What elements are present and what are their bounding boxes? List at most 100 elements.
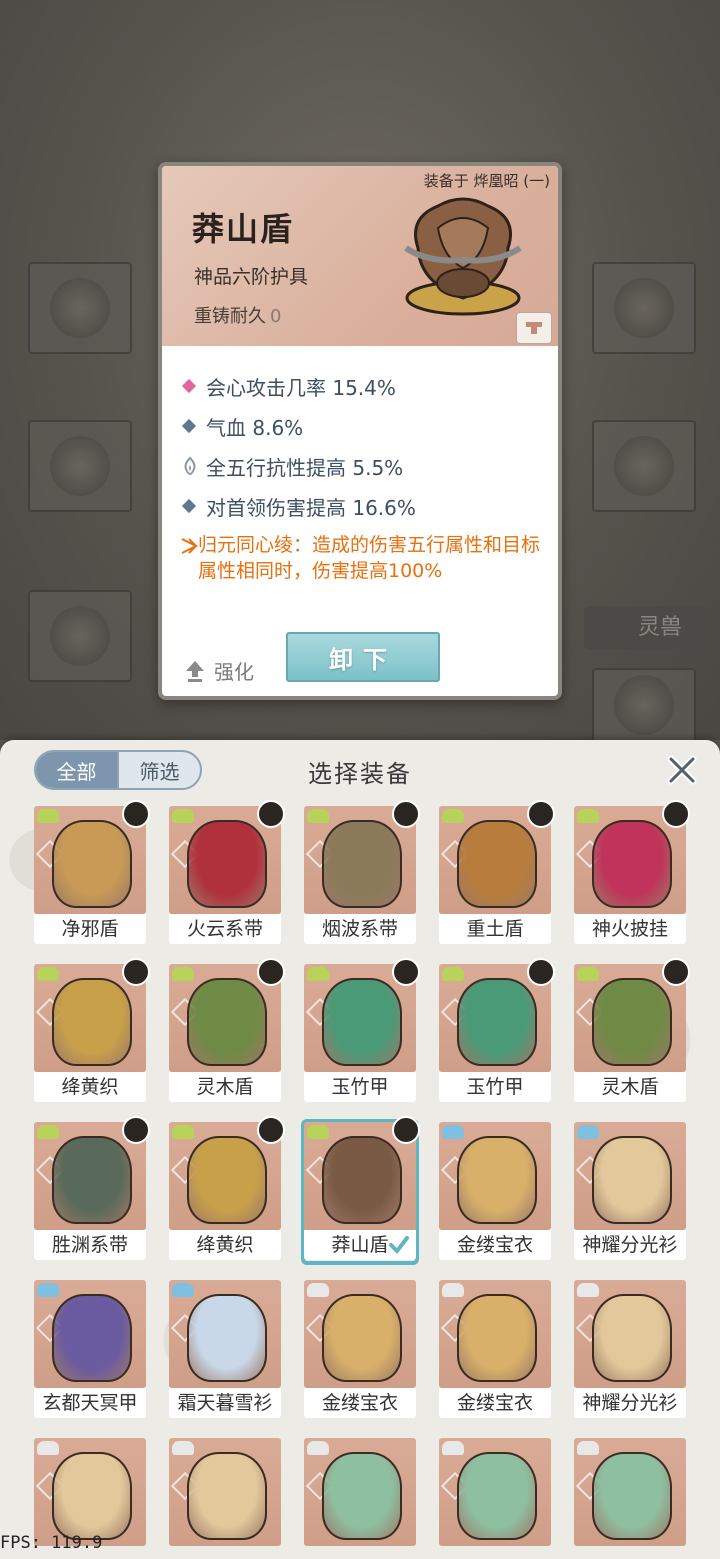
- character-avatar: [392, 1116, 420, 1144]
- equipment-image: [169, 1280, 281, 1388]
- slot-type-icon: [37, 809, 59, 823]
- equipment-tile[interactable]: 金缕宝衣: [439, 1280, 551, 1420]
- hp-stat-icon: [180, 418, 206, 434]
- equipment-tile[interactable]: 绛黄织: [169, 1116, 285, 1262]
- element-resist-icon: [180, 456, 206, 476]
- equipment-tile[interactable]: [439, 1438, 551, 1559]
- character-avatar: [122, 958, 150, 986]
- equipment-art: [187, 1294, 267, 1382]
- bg-equip-slot-weapon: [28, 262, 132, 354]
- enhance-label: 强化: [214, 660, 254, 684]
- bg-equip-slot-armor: [28, 590, 132, 682]
- character-avatar: [527, 958, 555, 986]
- equipment-tile[interactable]: 灵木盾: [574, 958, 690, 1104]
- equipment-tile[interactable]: 玉竹甲: [304, 958, 420, 1104]
- slot-type-icon: [307, 1441, 329, 1455]
- stat-row: 气血 8.6%: [180, 406, 550, 446]
- equipment-art: [52, 1136, 132, 1224]
- equipment-image: [574, 1280, 686, 1388]
- bg-equip-slot-orb: [592, 420, 696, 512]
- unequip-button[interactable]: 卸下: [286, 632, 440, 682]
- equipment-tile[interactable]: 莽山盾: [301, 1116, 420, 1265]
- equipment-name: 玉竹甲: [439, 1072, 551, 1102]
- equipment-tile[interactable]: 金缕宝衣: [439, 1122, 551, 1262]
- equipment-select-sheet: 全部 筛选 选择装备 净邪盾 火云系带 烟波系带 重土盾 神火披挂 绛黄织 灵木盾 玉竹甲 玉竹…: [0, 740, 720, 1559]
- equipment-art: [592, 1294, 672, 1382]
- equipment-tile[interactable]: 重土盾: [439, 800, 555, 946]
- equipment-tile[interactable]: [574, 1438, 686, 1559]
- character-avatar: [122, 800, 150, 828]
- slot-type-icon: [442, 1125, 464, 1139]
- character-avatar: [122, 1116, 150, 1144]
- close-icon[interactable]: [666, 754, 698, 786]
- equipment-art: [592, 978, 672, 1066]
- slot-type-icon: [442, 809, 464, 823]
- equipment-art: [322, 1294, 402, 1382]
- slot-type-icon: [577, 809, 599, 823]
- item-name: 莽山盾: [192, 210, 295, 248]
- equipment-art: [187, 1136, 267, 1224]
- equipment-name: 霜天暮雪衫: [169, 1388, 281, 1418]
- equipment-image: [439, 1122, 551, 1230]
- equipment-art: [52, 1294, 132, 1382]
- equipment-tile[interactable]: 绛黄织: [34, 958, 150, 1104]
- equipment-tile[interactable]: 净邪盾: [34, 800, 150, 946]
- equipment-art: [457, 978, 537, 1066]
- equipment-name: 金缕宝衣: [439, 1388, 551, 1418]
- bg-equip-slot-helm: [592, 262, 696, 354]
- equipment-tile[interactable]: [304, 1438, 416, 1559]
- equipment-tile[interactable]: 玄都天冥甲: [34, 1280, 146, 1420]
- stat-text: 对首领伤害提高 16.6%: [206, 495, 416, 520]
- equipment-tile[interactable]: 灵木盾: [169, 958, 285, 1104]
- stat-row: 会心攻击几率 15.4%: [180, 366, 550, 406]
- enhance-button[interactable]: 强化: [184, 656, 254, 685]
- lock-icon: [526, 322, 542, 334]
- slot-type-icon: [172, 1441, 194, 1455]
- lock-button[interactable]: [516, 312, 552, 344]
- slot-type-icon: [37, 1441, 59, 1455]
- equipment-tile[interactable]: 霜天暮雪衫: [169, 1280, 281, 1420]
- bg-equip-slot-shield: [28, 420, 132, 512]
- equipment-tile[interactable]: [169, 1438, 281, 1559]
- equipment-tile[interactable]: 金缕宝衣: [304, 1280, 416, 1420]
- arrow-up-icon: [186, 660, 204, 682]
- equipment-name: 灵木盾: [169, 1072, 281, 1102]
- equipment-name: 绛黄织: [34, 1072, 146, 1102]
- slot-type-icon: [577, 1125, 599, 1139]
- equipment-image: [304, 1438, 416, 1546]
- equipment-art: [187, 820, 267, 908]
- equipment-name: 重土盾: [439, 914, 551, 944]
- durability-label: 重铸耐久: [194, 306, 266, 327]
- equipment-tile[interactable]: 火云系带: [169, 800, 285, 946]
- slot-type-icon: [307, 967, 329, 981]
- equipment-name: 玉竹甲: [304, 1072, 416, 1102]
- equipment-tile[interactable]: 神耀分光衫: [574, 1280, 686, 1420]
- equipment-name: 玄都天冥甲: [34, 1388, 146, 1418]
- equipment-art: [592, 1452, 672, 1540]
- slot-type-icon: [172, 809, 194, 823]
- equipment-tile[interactable]: 烟波系带: [304, 800, 420, 946]
- stat-text: 气血 8.6%: [206, 415, 304, 440]
- equipment-tile[interactable]: 神耀分光衫: [574, 1122, 686, 1262]
- slot-type-icon: [577, 1441, 599, 1455]
- equipment-art: [457, 1294, 537, 1382]
- equipment-image: [169, 1438, 281, 1546]
- equipment-art: [52, 1452, 132, 1540]
- equipment-tile[interactable]: 胜渊系带: [34, 1116, 150, 1262]
- special-effect-icon: [180, 532, 199, 562]
- equipment-name: 神耀分光衫: [574, 1230, 686, 1260]
- slot-type-icon: [577, 967, 599, 981]
- slot-type-icon: [307, 809, 329, 823]
- equipment-image: [439, 1280, 551, 1388]
- item-detail-header: 装备于 烨凰昭 (一) 莽山盾 神品六阶护具 重铸耐久 0: [162, 166, 558, 346]
- equipment-art: [187, 1452, 267, 1540]
- character-avatar: [662, 958, 690, 986]
- equipment-tile[interactable]: 神火披挂: [574, 800, 690, 946]
- stat-row: 全五行抗性提高 5.5%: [180, 446, 550, 486]
- sheet-title: 选择装备: [308, 760, 412, 788]
- crit-stat-icon: [180, 378, 206, 394]
- slot-type-icon: [172, 967, 194, 981]
- equipment-tile[interactable]: 玉竹甲: [439, 958, 555, 1104]
- equipment-name: 灵木盾: [574, 1072, 686, 1102]
- character-avatar: [392, 958, 420, 986]
